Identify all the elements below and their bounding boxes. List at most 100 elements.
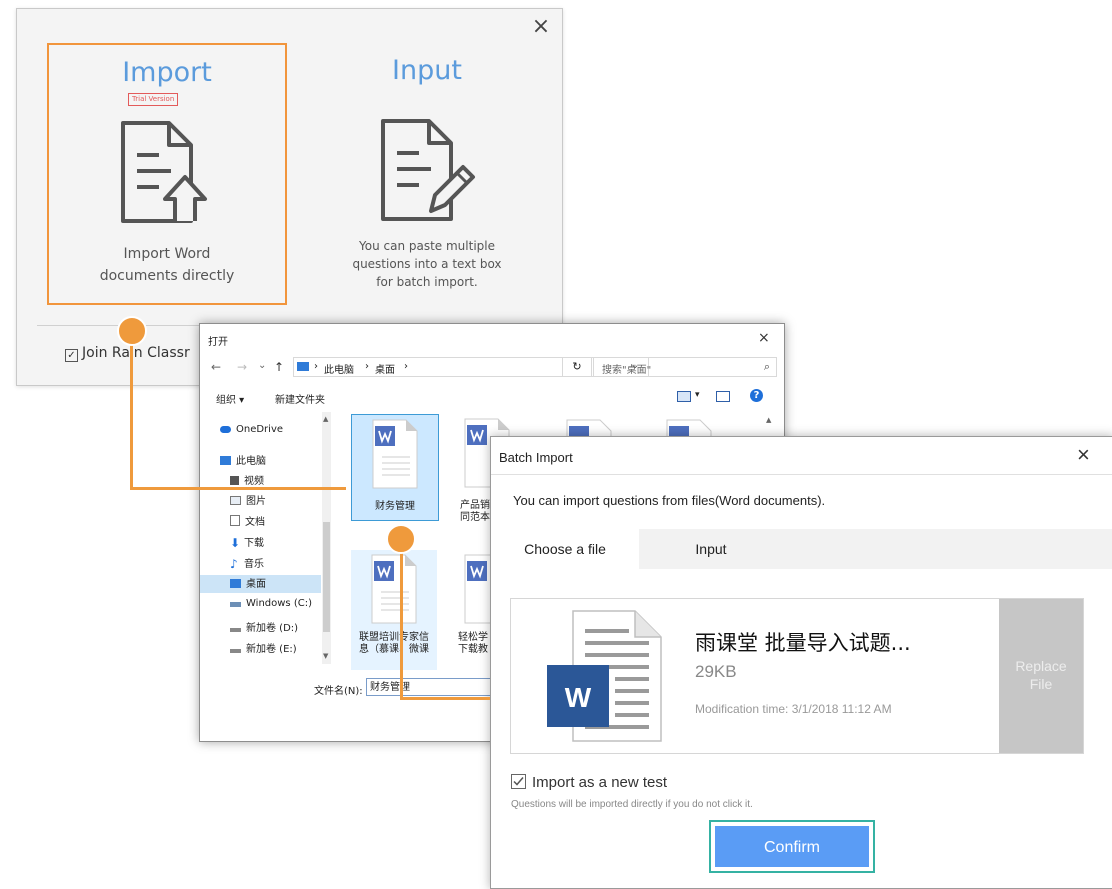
tab-choose-file[interactable]: Choose a file [491, 529, 639, 569]
nav-item-drive-d[interactable]: 新加卷 (D:) [230, 619, 298, 634]
nav-label: 新加卷 (E:) [246, 644, 297, 655]
wps-document-icon [371, 554, 417, 624]
file-name-line: 联盟培训专家信 [359, 632, 429, 643]
chevron-up-icon[interactable]: ▲ [766, 416, 771, 424]
document-upload-icon [119, 121, 213, 225]
nav-label: 视频 [244, 476, 264, 487]
file-item[interactable]: 财务管理 [351, 414, 439, 521]
import-title: Import [122, 57, 212, 88]
nav-label: 文档 [245, 517, 265, 528]
nav-item-music[interactable]: ♪ 音乐 [230, 555, 264, 571]
nav-item-onedrive[interactable]: OneDrive [220, 424, 283, 435]
cloud-icon [220, 426, 231, 433]
close-button[interactable]: × [1077, 442, 1090, 468]
import-as-new-test-checkbox[interactable]: Import as a new test [511, 774, 667, 791]
close-button[interactable]: × [529, 15, 553, 39]
nav-item-documents[interactable]: 文档 [230, 513, 265, 528]
nav-item-this-pc[interactable]: 此电脑 [220, 452, 266, 467]
refresh-icon[interactable]: ↻ [562, 357, 592, 377]
picture-icon [230, 496, 241, 505]
toolbar: 组织 ▾ 新建文件夹 ▾ ? [200, 385, 784, 409]
word-letter: W [565, 682, 592, 713]
word-document-icon: W [547, 610, 662, 742]
input-option-card[interactable]: Input You can paste multiple questions i… [309, 43, 545, 301]
drive-icon [230, 649, 241, 653]
input-desc-line: for batch import. [376, 275, 478, 289]
new-test-label: Import as a new test [532, 774, 668, 791]
file-name: 雨课堂 批量导入试题... [695, 631, 911, 655]
search-input[interactable]: 搜索"桌面" ⌕ [593, 357, 777, 377]
nav-label: 图片 [246, 496, 266, 507]
input-description: You can paste multiple questions into a … [309, 237, 545, 291]
search-icon: ⌕ [763, 360, 770, 373]
import-desc-line: Import Word [123, 246, 211, 262]
breadcrumb-desktop[interactable]: 桌面 [375, 361, 395, 376]
chevron-right-icon: › [404, 361, 408, 372]
back-arrow-icon[interactable]: ← [211, 360, 221, 374]
nav-item-drive-e[interactable]: 新加卷 (E:) [230, 640, 297, 655]
import-description: Import Word documents directly [49, 243, 285, 287]
connector-line [400, 538, 403, 700]
connector-line [400, 697, 490, 700]
music-note-icon: ♪ [230, 557, 238, 571]
scrollbar-thumb[interactable] [323, 522, 330, 632]
checkbox-checked-icon: ✓ [65, 349, 78, 362]
nav-item-videos[interactable]: 视频 [230, 472, 264, 487]
connector-line [130, 487, 346, 490]
document-edit-icon [379, 119, 479, 223]
computer-icon [297, 362, 309, 371]
breadcrumb-this-pc[interactable]: 此电脑 [324, 361, 354, 376]
file-name: 联盟培训专家信 息（慕课、微课 [351, 632, 437, 656]
file-modified-time: Modification time: 3/1/2018 11:12 AM [695, 702, 892, 716]
new-folder-button[interactable]: 新建文件夹 [275, 391, 325, 406]
checkbox-checked-icon [511, 774, 526, 789]
nav-label: Windows (C:) [246, 598, 312, 609]
view-mode-icon[interactable] [677, 391, 691, 402]
nav-item-pictures[interactable]: 图片 [230, 492, 266, 507]
document-icon [230, 515, 240, 526]
replace-label: Replace [1015, 658, 1067, 674]
drive-icon [230, 628, 241, 632]
divider [491, 474, 1112, 475]
dialog-title: 打开 [208, 337, 228, 348]
replace-file-button[interactable]: Replace File [999, 599, 1083, 753]
file-size: 29KB [695, 662, 737, 681]
computer-icon [220, 456, 231, 465]
nav-label: 桌面 [246, 579, 266, 590]
import-hint: You can import questions from files(Word… [513, 493, 826, 508]
join-label: Join Rain Classr [82, 345, 190, 361]
desktop-icon [230, 579, 241, 588]
confirm-button[interactable]: Confirm [715, 826, 869, 867]
drive-icon [230, 602, 241, 607]
nav-label: OneDrive [236, 424, 284, 435]
nav-label: 新加卷 (D:) [246, 623, 299, 634]
nav-label: 音乐 [244, 559, 264, 570]
connector-dot [386, 524, 416, 554]
replace-label: File [1029, 676, 1053, 692]
chevron-down-icon[interactable]: ▾ [695, 390, 700, 400]
import-option-card[interactable]: Import Trial Version Import Word documen… [47, 43, 287, 305]
chevron-down-icon[interactable]: ▼ [323, 652, 328, 660]
nav-label: 此电脑 [236, 456, 266, 467]
nav-item-desktop[interactable]: 桌面 [200, 575, 321, 593]
nav-scrollbar[interactable]: ▲ ▼ [322, 412, 331, 664]
selected-file-card: W 雨课堂 批量导入试题... 29KB Modification time: … [510, 598, 1084, 754]
file-name-line: 息（慕课、微课 [359, 644, 429, 655]
help-icon[interactable]: ? [750, 389, 763, 402]
up-arrow-icon[interactable]: ↑ [274, 360, 284, 374]
search-placeholder: 搜索"桌面" [602, 365, 652, 376]
chevron-right-icon: › [365, 361, 369, 372]
forward-arrow-icon[interactable]: → [237, 360, 247, 374]
close-button[interactable]: × [758, 330, 770, 346]
preview-pane-icon[interactable] [716, 391, 730, 402]
chevron-up-icon[interactable]: ▲ [323, 415, 328, 423]
file-item[interactable]: 联盟培训专家信 息（慕课、微课 [351, 550, 437, 670]
recent-dropdown-icon[interactable]: ⌄ [258, 360, 266, 371]
organize-menu[interactable]: 组织 ▾ [216, 391, 244, 406]
nav-item-drive-c[interactable]: Windows (C:) [230, 598, 312, 609]
join-checkbox[interactable]: ✓ Join Rain Classr [65, 345, 190, 362]
nav-item-downloads[interactable]: ⬇ 下载 [230, 534, 264, 550]
chevron-right-icon: › [314, 361, 318, 372]
download-arrow-icon: ⬇ [230, 536, 241, 550]
tab-input[interactable]: Input [641, 529, 781, 569]
